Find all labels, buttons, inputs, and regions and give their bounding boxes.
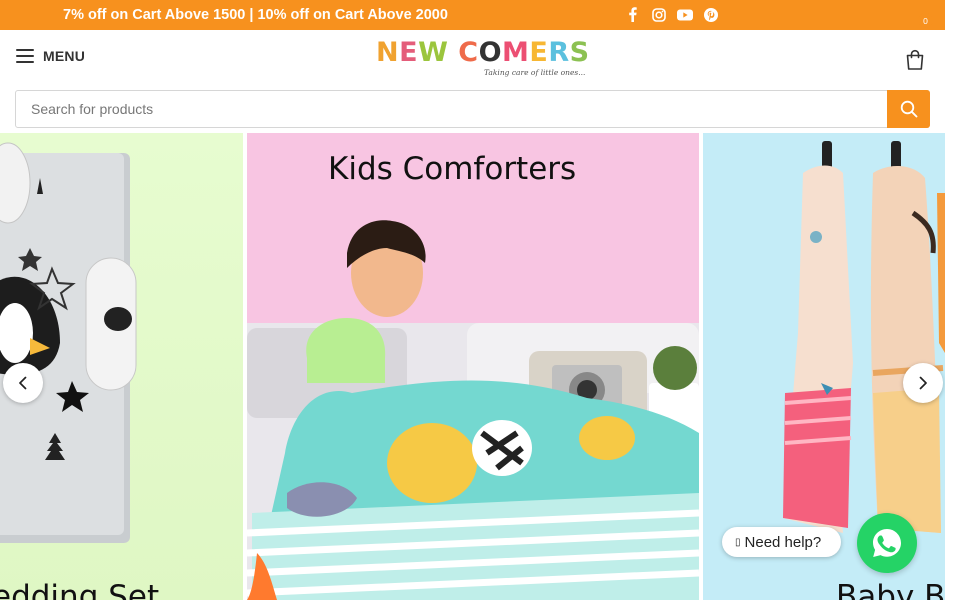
help-glyph: ▯ (735, 536, 741, 548)
chevron-left-icon (19, 376, 27, 390)
slide-kids-comforters[interactable]: Kids Comforters (247, 133, 699, 600)
menu-button[interactable]: MENU (16, 48, 85, 64)
chevron-right-icon (919, 376, 927, 390)
kids-comforter-image (247, 220, 699, 600)
site-logo[interactable]: NEW COMERS Taking care of little ones... (376, 37, 589, 83)
facebook-icon[interactable] (624, 6, 641, 23)
logo-letter: S (569, 37, 590, 68)
search-input[interactable] (16, 91, 888, 127)
slider-next-button[interactable] (903, 363, 943, 403)
promo-bar: 7% off on Cart Above 1500 | 10% off on C… (0, 0, 945, 30)
site-header: MENU NEW COMERS Taking care of little on… (0, 30, 945, 88)
slide-title-bedding: edding Set (0, 579, 160, 600)
logo-wordmark: NEW COMERS (376, 37, 589, 69)
logo-letter: C (458, 37, 479, 68)
logo-letter: R (548, 37, 570, 68)
pinterest-icon[interactable] (702, 6, 719, 23)
cart-icon[interactable] (903, 48, 927, 72)
logo-letter (448, 37, 458, 69)
slide-title-baby: Baby B (836, 579, 945, 600)
social-links (624, 6, 719, 23)
slider-prev-button[interactable] (3, 363, 43, 403)
whatsapp-icon (873, 529, 901, 557)
logo-letter: O (478, 37, 503, 68)
logo-letter: E (529, 37, 549, 68)
slide-title-kids-comforters: Kids Comforters (328, 151, 577, 187)
youtube-icon[interactable] (676, 6, 693, 23)
logo-letter: M (502, 37, 530, 68)
logo-letter: W (418, 37, 449, 68)
search-button[interactable] (887, 90, 930, 128)
search-bar (15, 90, 930, 128)
cart-count-badge: 0 (918, 13, 933, 28)
bedding-set-image (0, 142, 137, 543)
slide-bedding-set[interactable]: edding Set (0, 133, 243, 600)
need-help-tooltip[interactable]: ▯ Need help? (722, 527, 841, 557)
need-help-label: Need help? (744, 533, 822, 551)
promo-text: 7% off on Cart Above 1500 | 10% off on C… (63, 7, 448, 23)
logo-tagline: Taking care of little ones... (484, 68, 586, 77)
logo-letter: N (376, 37, 400, 68)
hamburger-icon (16, 49, 34, 63)
instagram-icon[interactable] (650, 6, 667, 23)
logo-letter: E (399, 37, 419, 68)
menu-label: MENU (43, 48, 86, 64)
search-icon (900, 100, 917, 118)
whatsapp-button[interactable] (857, 513, 917, 573)
